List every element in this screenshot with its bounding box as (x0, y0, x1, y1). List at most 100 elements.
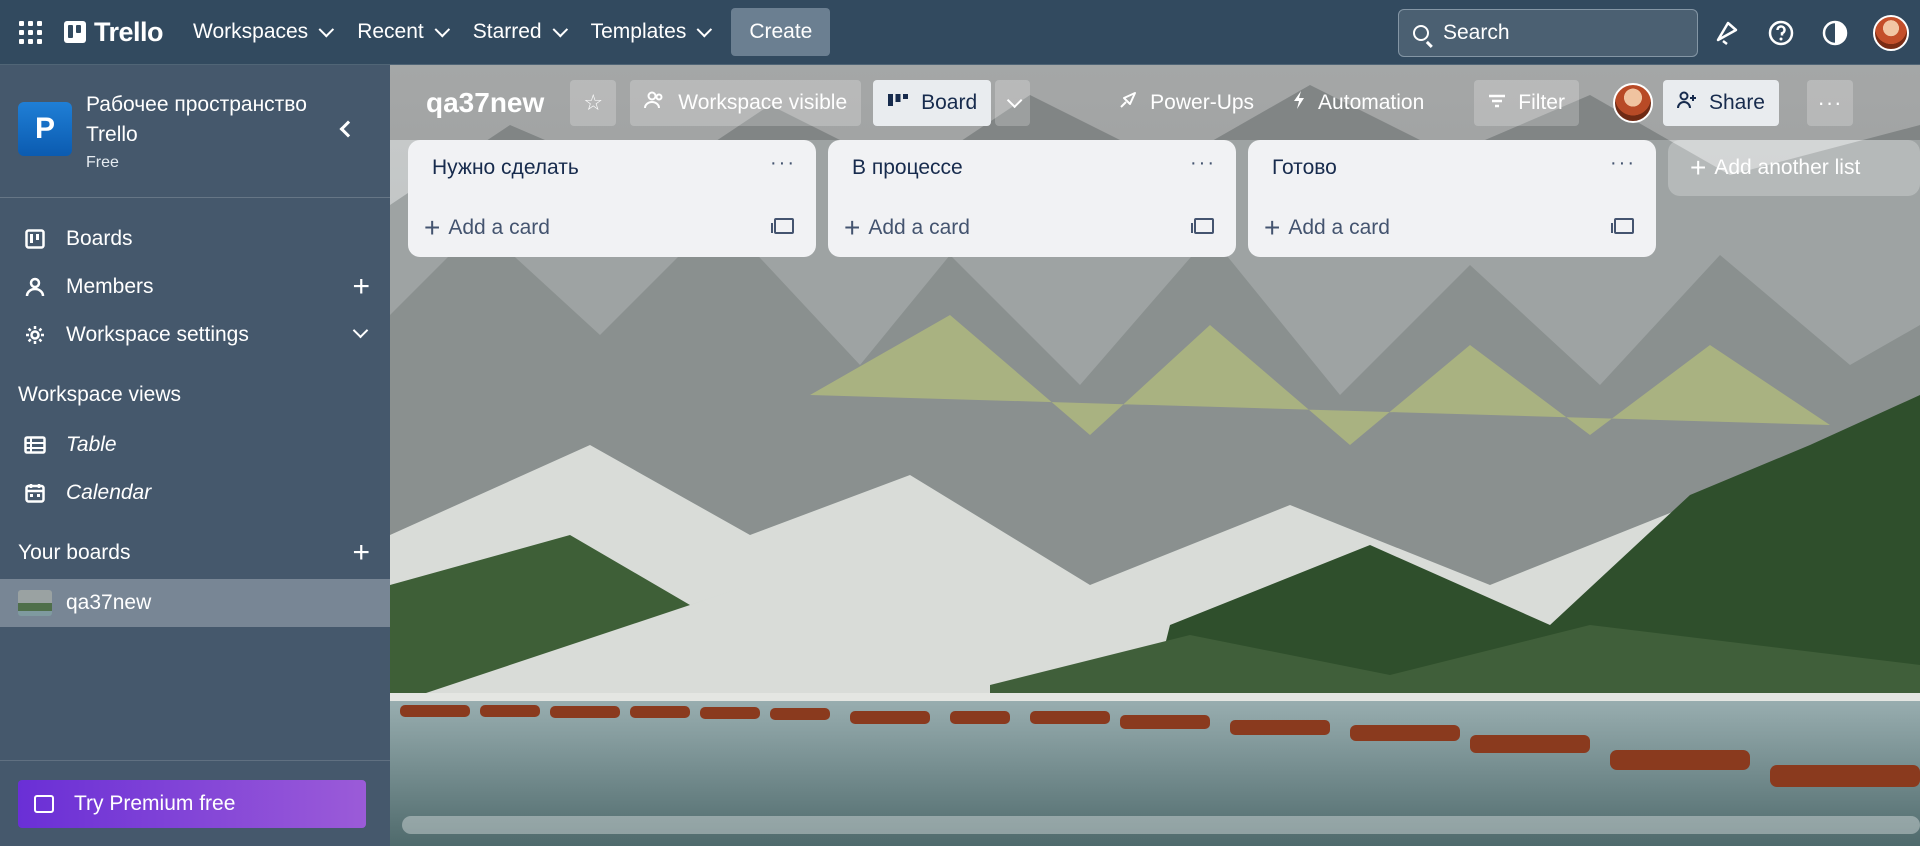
list-title[interactable]: В процессе (852, 156, 963, 180)
sidebar-item-boards[interactable]: Boards (0, 215, 390, 263)
board-thumbnail (18, 590, 52, 616)
board-header: qa37new ☆ Workspace visible Board Power-… (390, 65, 1920, 140)
nav-recent-label: Recent (357, 20, 424, 43)
workspace-header: P Рабочее пространство Trello Free (0, 65, 390, 198)
workspace-name: Рабочее пространство Trello (86, 93, 307, 146)
horizontal-scrollbar[interactable] (402, 816, 1920, 834)
list-in-progress: В процессе ··· + Add a card (828, 140, 1236, 257)
search-icon (1413, 25, 1429, 41)
view-switcher-button[interactable] (995, 79, 1031, 126)
star-board-button[interactable]: ☆ (570, 79, 617, 126)
visibility-button[interactable]: Workspace visible (630, 79, 862, 126)
chevron-down-icon (434, 21, 450, 37)
nav-templates-label: Templates (590, 20, 687, 43)
sidebar-item-label: Table (66, 433, 117, 456)
add-card-label: Add a card (868, 216, 970, 239)
member-icon (24, 276, 46, 298)
plus-icon: + (424, 212, 441, 243)
add-card-label: Add a card (448, 216, 550, 239)
collapse-sidebar-icon[interactable] (339, 120, 357, 138)
add-member-icon[interactable]: + (352, 272, 370, 302)
card-template-icon[interactable] (1611, 218, 1634, 234)
primary-nav: Workspaces Recent Starred Templates Crea… (179, 8, 831, 56)
chevron-down-icon (318, 21, 335, 37)
share-button[interactable]: Share (1662, 79, 1779, 126)
sidebar-board-qa37new[interactable]: qa37new (0, 579, 390, 627)
board-menu-button[interactable]: ··· (1807, 79, 1853, 126)
list-menu-icon[interactable]: ··· (1190, 152, 1216, 175)
plus-icon: + (844, 212, 861, 243)
filter-label: Filter (1518, 90, 1565, 114)
list-title[interactable]: Готово (1272, 156, 1337, 180)
app-switcher-icon[interactable] (14, 16, 46, 48)
nav-starred[interactable]: Starred (459, 10, 577, 54)
workspace-logo[interactable]: P (18, 102, 72, 156)
board-view-icon (887, 91, 909, 114)
list-menu-icon[interactable]: ··· (770, 152, 796, 175)
chevron-down-icon[interactable] (352, 322, 369, 339)
add-list-button[interactable]: + Add another list (1668, 140, 1920, 196)
board-view-button[interactable]: Board (873, 79, 992, 126)
nav-workspaces[interactable]: Workspaces (179, 10, 343, 54)
power-ups-button[interactable]: Power-Ups (1104, 80, 1268, 126)
gear-icon (24, 324, 46, 346)
chevron-down-icon (1007, 92, 1023, 109)
user-avatar[interactable] (1873, 15, 1909, 51)
search-input[interactable]: Search (1398, 9, 1698, 57)
star-icon: ☆ (583, 89, 604, 115)
card-template-icon[interactable] (771, 218, 794, 234)
filter-button[interactable]: Filter (1474, 79, 1579, 126)
filter-icon (1488, 91, 1506, 114)
try-premium-button[interactable]: Try Premium free (18, 780, 366, 828)
card-template-icon[interactable] (1191, 218, 1214, 234)
add-card-button[interactable]: + Add a card (844, 208, 970, 248)
notifications-icon[interactable] (1710, 16, 1744, 50)
more-icon: ··· (1817, 89, 1843, 115)
trello-logo-text: Trello (94, 16, 164, 47)
sidebar-item-label: Calendar (66, 481, 152, 504)
list-menu-icon[interactable]: ··· (1610, 152, 1636, 175)
board-title[interactable]: qa37new (426, 87, 544, 119)
sidebar-item-workspace-settings[interactable]: Workspace settings (0, 311, 390, 359)
premium-icon (34, 795, 54, 813)
theme-toggle-icon[interactable] (1818, 16, 1852, 50)
trello-logo[interactable]: Trello (64, 16, 164, 48)
nav-recent[interactable]: Recent (343, 10, 459, 54)
automation-button[interactable]: Automation (1278, 80, 1438, 126)
section-heading-label: Workspace views (18, 383, 181, 406)
sidebar-item-table[interactable]: Table (0, 421, 390, 469)
workspace-plan: Free (86, 154, 119, 171)
workspace-views-heading: Workspace views (0, 369, 390, 421)
sidebar-item-members[interactable]: Members + (0, 263, 390, 311)
add-card-button[interactable]: + Add a card (1264, 208, 1390, 248)
list-title[interactable]: Нужно сделать (432, 156, 579, 180)
lightning-icon (1292, 90, 1306, 116)
workspace-info: Рабочее пространство Trello Free (86, 90, 336, 172)
sidebar-item-label: Boards (66, 227, 133, 250)
visibility-label: Workspace visible (678, 90, 848, 114)
board-view-label: Board (921, 90, 978, 114)
section-heading-label: Your boards (18, 541, 131, 564)
add-card-button[interactable]: + Add a card (424, 208, 550, 248)
help-icon[interactable] (1764, 16, 1798, 50)
nav-templates[interactable]: Templates (577, 10, 722, 54)
try-premium-label: Try Premium free (74, 792, 236, 815)
sidebar-item-label: Members (66, 275, 154, 298)
table-icon (24, 434, 46, 456)
calendar-icon (24, 482, 46, 504)
search-placeholder: Search (1443, 21, 1510, 44)
nav-workspaces-label: Workspaces (193, 20, 309, 43)
board-icon (24, 228, 46, 250)
sidebar-board-label: qa37new (66, 591, 152, 614)
sidebar: P Рабочее пространство Trello Free Board… (0, 65, 390, 846)
list-done: Готово ··· + Add a card (1248, 140, 1656, 257)
power-ups-label: Power-Ups (1150, 90, 1255, 114)
trello-logo-icon (64, 21, 86, 43)
create-button[interactable]: Create (731, 8, 831, 56)
add-board-icon[interactable]: + (352, 538, 370, 568)
sidebar-item-calendar[interactable]: Calendar (0, 469, 390, 517)
plus-icon: + (1690, 152, 1707, 183)
nav-starred-label: Starred (472, 20, 542, 43)
list-todo: Нужно сделать ··· + Add a card (408, 140, 816, 257)
board-member-avatar[interactable] (1612, 82, 1653, 123)
